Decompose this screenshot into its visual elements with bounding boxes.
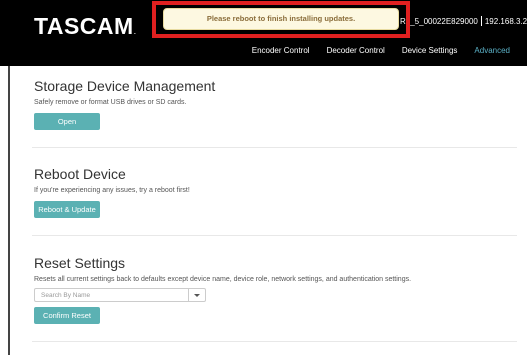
nav-advanced[interactable]: Advanced <box>474 46 510 60</box>
reboot-title: Reboot Device <box>34 166 126 182</box>
storage-description: Safely remove or format USB drives or SD… <box>34 99 187 106</box>
storage-section: Storage Device Management Safely remove … <box>34 78 215 130</box>
dropdown-toggle[interactable] <box>188 289 205 301</box>
reboot-update-button[interactable]: Reboot & Update <box>34 201 100 218</box>
ip-address: 192.168.3.22 <box>484 17 527 26</box>
search-by-name-select[interactable]: Search By Name <box>34 288 206 302</box>
confirm-reset-button[interactable]: Confirm Reset <box>34 307 100 324</box>
select-placeholder: Search By Name <box>41 292 91 299</box>
tascam-logo[interactable]: TASCAM. <box>34 13 136 40</box>
nav-device-settings[interactable]: Device Settings <box>402 46 458 60</box>
chevron-down-icon <box>194 294 200 297</box>
section-divider <box>32 341 517 342</box>
nav-decoder-control[interactable]: Decoder Control <box>327 46 385 60</box>
nav-encoder-control[interactable]: Encoder Control <box>252 46 310 60</box>
section-divider <box>32 147 517 148</box>
reboot-description: If you're experiencing any issues, try a… <box>34 187 190 194</box>
main-nav: Encoder Control Decoder Control Device S… <box>252 46 527 60</box>
content-left-border <box>8 66 10 355</box>
open-storage-button[interactable]: Open <box>34 113 100 130</box>
device-id: R2_5_00022E829000 <box>400 17 478 26</box>
reboot-section: Reboot Device If you're experiencing any… <box>34 166 190 218</box>
reset-section: Reset Settings Resets all current settin… <box>34 255 514 335</box>
section-divider <box>32 235 517 236</box>
storage-title: Storage Device Management <box>34 78 216 94</box>
reset-description: Resets all current settings back to defa… <box>34 276 412 283</box>
device-info: R2_5_00022E829000 192.168.3.22 <box>400 16 527 26</box>
info-separator <box>480 16 482 26</box>
notification-highlight-box <box>152 1 410 38</box>
reset-title: Reset Settings <box>34 255 126 271</box>
